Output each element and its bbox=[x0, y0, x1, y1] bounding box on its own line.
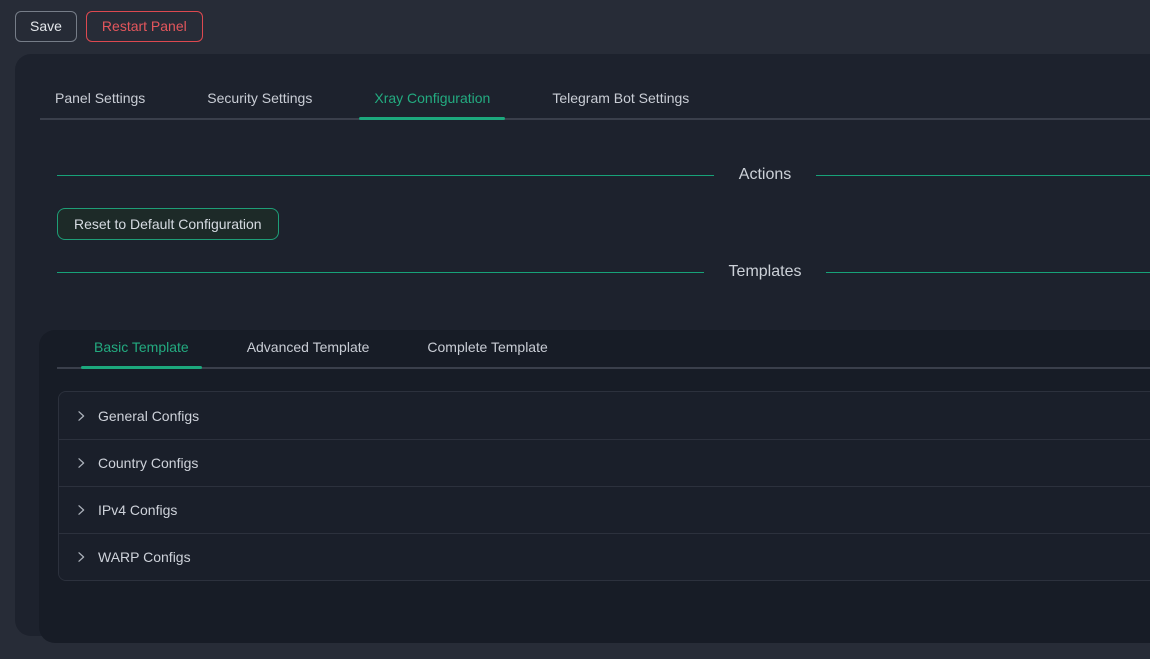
settings-tabs: Panel Settings Security Settings Xray Co… bbox=[40, 84, 1150, 120]
accordion-ipv4-configs[interactable]: IPv4 Configs bbox=[59, 486, 1150, 533]
accordion-label: IPv4 Configs bbox=[98, 502, 177, 518]
tab-telegram-bot-settings[interactable]: Telegram Bot Settings bbox=[537, 84, 704, 118]
chevron-right-icon bbox=[75, 504, 87, 516]
divider-line bbox=[826, 272, 1150, 273]
tab-basic-template[interactable]: Basic Template bbox=[81, 330, 202, 367]
templates-divider: Templates bbox=[57, 262, 1150, 282]
divider-line bbox=[57, 272, 704, 273]
actions-divider-title: Actions bbox=[739, 166, 791, 184]
divider-line bbox=[57, 175, 714, 176]
restart-panel-button[interactable]: Restart Panel bbox=[86, 11, 203, 42]
templates-divider-title: Templates bbox=[729, 263, 802, 281]
settings-card: Panel Settings Security Settings Xray Co… bbox=[15, 54, 1150, 636]
tab-complete-template[interactable]: Complete Template bbox=[414, 330, 560, 367]
tab-panel-settings[interactable]: Panel Settings bbox=[40, 84, 160, 118]
topbar: Save Restart Panel bbox=[15, 11, 203, 42]
template-tabs: Basic Template Advanced Template Complet… bbox=[57, 330, 1150, 369]
accordion-general-configs[interactable]: General Configs bbox=[59, 392, 1150, 439]
tab-security-settings[interactable]: Security Settings bbox=[192, 84, 327, 118]
accordion-country-configs[interactable]: Country Configs bbox=[59, 439, 1150, 486]
chevron-right-icon bbox=[75, 551, 87, 563]
accordion-warp-configs[interactable]: WARP Configs bbox=[59, 533, 1150, 580]
accordion-label: Country Configs bbox=[98, 455, 198, 471]
chevron-right-icon bbox=[75, 457, 87, 469]
chevron-right-icon bbox=[75, 410, 87, 422]
reset-default-config-button[interactable]: Reset to Default Configuration bbox=[57, 208, 279, 240]
tab-advanced-template[interactable]: Advanced Template bbox=[234, 330, 383, 367]
template-config-accordion: General Configs Country Configs IPv4 Con… bbox=[58, 391, 1150, 581]
divider-line bbox=[816, 175, 1150, 176]
templates-card: Basic Template Advanced Template Complet… bbox=[39, 330, 1150, 643]
save-button[interactable]: Save bbox=[15, 11, 77, 42]
page: { "topbar": { "save_label": "Save", "res… bbox=[0, 0, 1150, 659]
accordion-label: WARP Configs bbox=[98, 549, 191, 565]
accordion-label: General Configs bbox=[98, 408, 199, 424]
actions-divider: Actions bbox=[57, 165, 1150, 185]
tab-xray-configuration[interactable]: Xray Configuration bbox=[359, 84, 505, 118]
